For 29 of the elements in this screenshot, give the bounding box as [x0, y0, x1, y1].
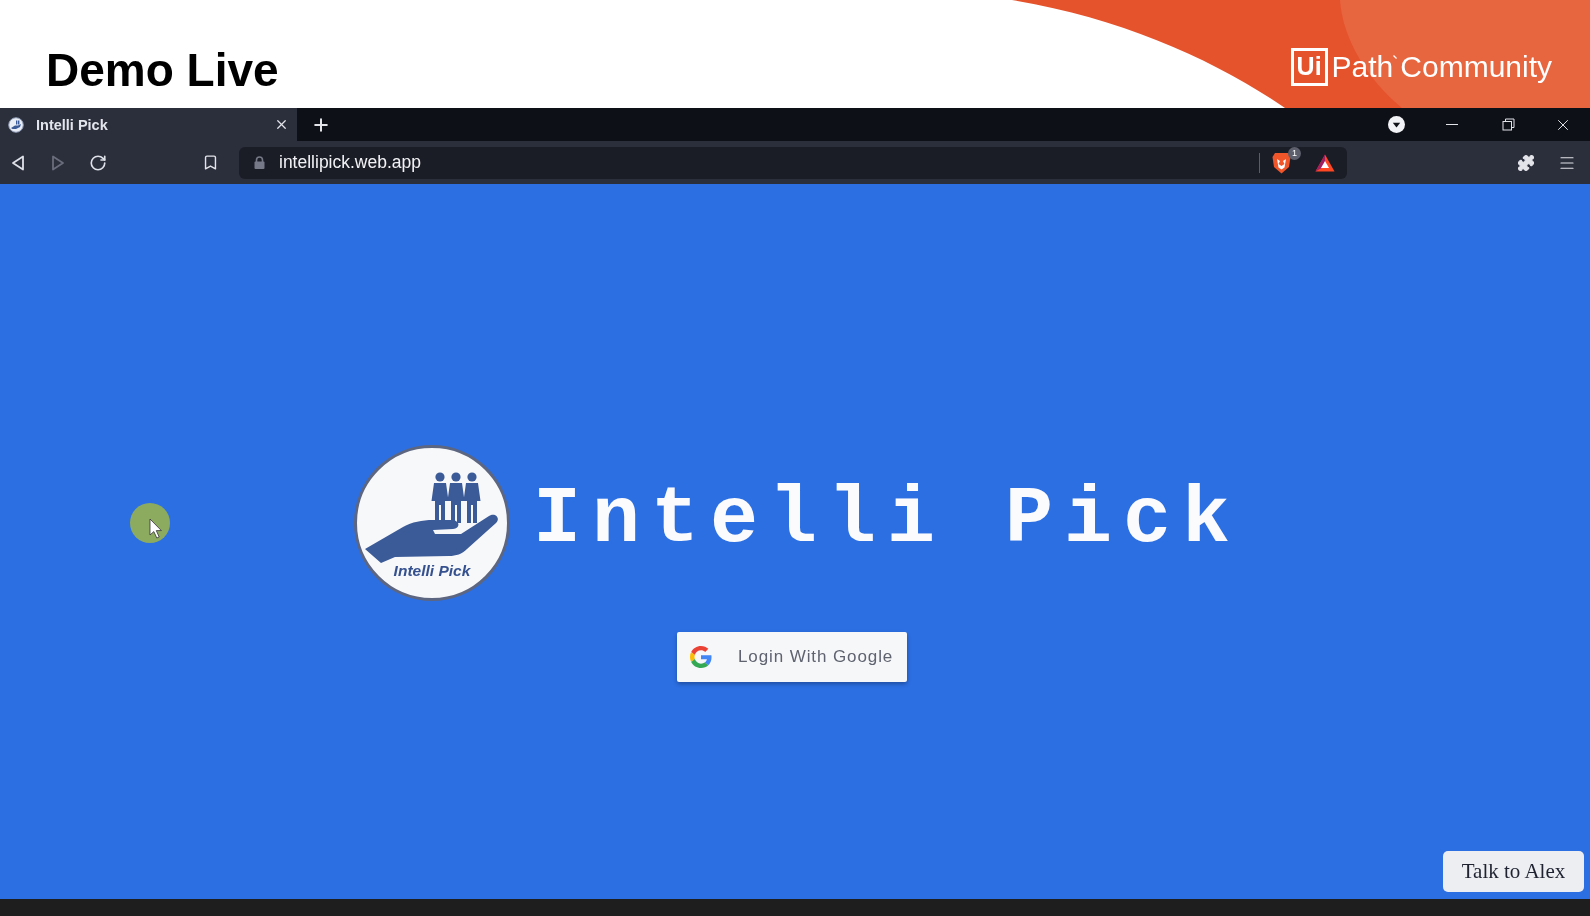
logo-caption: Intelli Pick — [393, 562, 471, 580]
app-title: Intelli Pick — [532, 479, 1242, 560]
slide-title: Demo Live — [46, 43, 279, 97]
tab-title: Intelli Pick — [36, 116, 109, 133]
google-login-button[interactable]: Login With Google — [677, 632, 907, 682]
shields-count-badge: 1 — [1288, 146, 1301, 160]
brand-mark: Ui — [1290, 48, 1328, 86]
minimize-icon — [1446, 124, 1458, 125]
restore-icon — [1501, 118, 1515, 131]
tick-mark-icon — [1393, 55, 1398, 59]
browser-tab[interactable]: Intelli Pick — [0, 108, 297, 141]
brand-tagline: Community — [1400, 49, 1552, 85]
lock-icon — [254, 156, 265, 169]
hand-logo-favicon-icon — [8, 116, 24, 133]
brand-name: Path — [1331, 49, 1394, 85]
chat-button[interactable]: Talk to Alex — [1443, 851, 1584, 892]
lion-shield-icon[interactable] — [1272, 151, 1291, 174]
right-triangle-icon — [51, 154, 65, 171]
reload-icon — [89, 153, 107, 172]
dropdown-circle-icon[interactable] — [1388, 116, 1405, 133]
rewards-button[interactable] — [1315, 153, 1335, 172]
puzzle-icon — [1517, 153, 1535, 172]
address-bar[interactable]: intellipick.web.app 1 — [239, 146, 1347, 179]
mouse-cursor-icon — [130, 503, 172, 545]
left-triangle-icon — [11, 154, 25, 171]
url-text: intellipick.web.app — [279, 152, 423, 173]
google-g-icon — [690, 646, 712, 668]
triangle-logo-icon — [1315, 153, 1335, 172]
people-on-hand-icon — [365, 471, 499, 563]
